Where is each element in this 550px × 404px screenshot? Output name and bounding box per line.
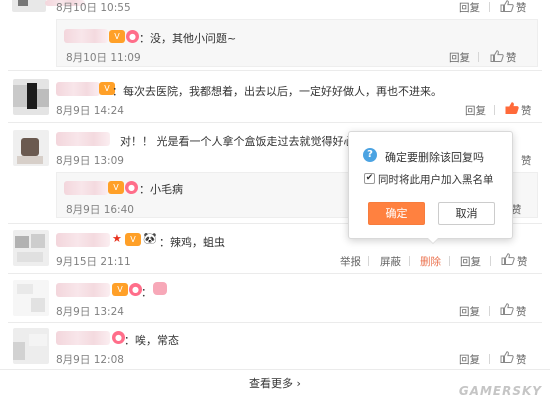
dialog-title: 确定要删除该回复吗: [385, 151, 484, 164]
like-link[interactable]: 赞: [521, 103, 532, 118]
pig-emoji-icon: [153, 282, 167, 295]
avatar[interactable]: [13, 230, 49, 266]
comment-text: ：小毛病: [139, 183, 183, 196]
panda-icon: 🐼: [143, 232, 157, 245]
avatar[interactable]: [13, 328, 49, 364]
reply-link[interactable]: 回复: [459, 0, 480, 15]
cancel-button[interactable]: 取消: [438, 202, 495, 225]
divider: [8, 322, 542, 323]
reply-link[interactable]: 回复: [460, 254, 481, 269]
divider: [478, 52, 479, 62]
divider: [489, 306, 490, 316]
like-link[interactable]: 赞: [516, 304, 527, 319]
comment-text: ：没，其他小问题~: [139, 32, 237, 45]
comment-text: ：唉，常态: [124, 334, 179, 347]
delete-link[interactable]: 删除: [420, 254, 441, 269]
divider: [8, 273, 542, 274]
divider: [409, 256, 410, 266]
username-blurred[interactable]: [56, 82, 100, 96]
thumb-up-icon[interactable]: [505, 102, 519, 114]
comment-date: 8月10日 10:55: [56, 2, 131, 14]
comment-date: 8月9日 16:40: [66, 204, 134, 216]
fan-badge-icon: ●: [126, 30, 139, 43]
member-badge-icon: V: [108, 181, 124, 194]
member-badge-icon: V: [125, 233, 141, 246]
username-blurred[interactable]: [56, 233, 110, 247]
block-link[interactable]: 屏蔽: [380, 254, 401, 269]
member-badge-icon: V: [109, 30, 125, 43]
watermark-logo: GAMERSKY: [458, 384, 542, 398]
blacklist-checkbox-label[interactable]: 同时将此用户加入黑名单: [378, 172, 494, 187]
divider: [490, 256, 491, 266]
report-link[interactable]: 举报: [340, 254, 361, 269]
username-blurred[interactable]: [64, 181, 108, 195]
reply-link[interactable]: 回复: [449, 50, 470, 65]
like-link[interactable]: 赞: [516, 352, 527, 367]
comment-text: ：每次去医院，我都想着，出去以后，一定好好做人，再也不进来。: [112, 85, 442, 98]
thumb-up-icon[interactable]: [490, 50, 504, 62]
thumb-up-icon[interactable]: [500, 0, 514, 12]
divider: [368, 256, 369, 266]
thumb-up-icon[interactable]: [501, 253, 515, 265]
star-icon: ★: [112, 232, 122, 245]
question-icon: ?: [363, 148, 377, 162]
divider: [489, 2, 490, 12]
comment-text: 对！！ 光是看一个人拿个盒饭走过去就觉得好心: [120, 135, 355, 148]
confirm-button[interactable]: 确定: [368, 202, 425, 225]
delete-confirm-dialog: ? 确定要删除该回复吗 ✔ 同时将此用户加入黑名单 确定 取消: [348, 131, 513, 239]
like-link[interactable]: 赞: [516, 0, 527, 15]
comment-text: ：辣鸡，蛆虫: [159, 236, 225, 249]
avatar[interactable]: [13, 79, 49, 115]
divider: [494, 105, 495, 115]
checkbox-icon[interactable]: ✔: [364, 173, 375, 184]
comment-date: 8月9日 14:24: [56, 105, 124, 117]
fan-badge-icon: ●: [125, 181, 138, 194]
like-link[interactable]: 赞: [506, 50, 517, 65]
thumb-up-icon[interactable]: [500, 351, 514, 363]
like-link[interactable]: 赞: [521, 153, 532, 168]
like-link[interactable]: 赞: [517, 254, 528, 269]
avatar[interactable]: [13, 130, 49, 166]
divider: [449, 256, 450, 266]
comment-date: 8月9日 13:09: [56, 155, 124, 167]
avatar[interactable]: [12, 0, 46, 12]
dialog-pointer-fill: [428, 238, 438, 243]
comment-text: ：: [141, 286, 152, 299]
username-blurred[interactable]: [64, 29, 108, 43]
divider: [8, 70, 542, 71]
comment-date: 8月9日 12:08: [56, 354, 124, 366]
reply-link[interactable]: 回复: [465, 103, 486, 118]
comment-date: 8月9日 13:24: [56, 306, 124, 318]
member-badge-icon: V: [112, 283, 128, 296]
avatar[interactable]: [13, 280, 49, 316]
reply-link[interactable]: 回复: [459, 352, 480, 367]
reply-link[interactable]: 回复: [459, 304, 480, 319]
username-blurred[interactable]: [56, 283, 110, 297]
username-blurred[interactable]: [56, 331, 110, 345]
divider: [0, 369, 550, 370]
divider: [489, 354, 490, 364]
username-blurred[interactable]: [56, 132, 110, 146]
thumb-up-icon[interactable]: [500, 303, 514, 315]
comment-feed-panel: 8月10日 10:55 回复 赞 V ● ：没，其他小问题~ 8月10日 11:…: [0, 0, 550, 404]
comment-date: 8月10日 11:09: [66, 52, 141, 64]
divider: [8, 122, 542, 123]
comment-date: 9月15日 21:11: [56, 256, 131, 268]
